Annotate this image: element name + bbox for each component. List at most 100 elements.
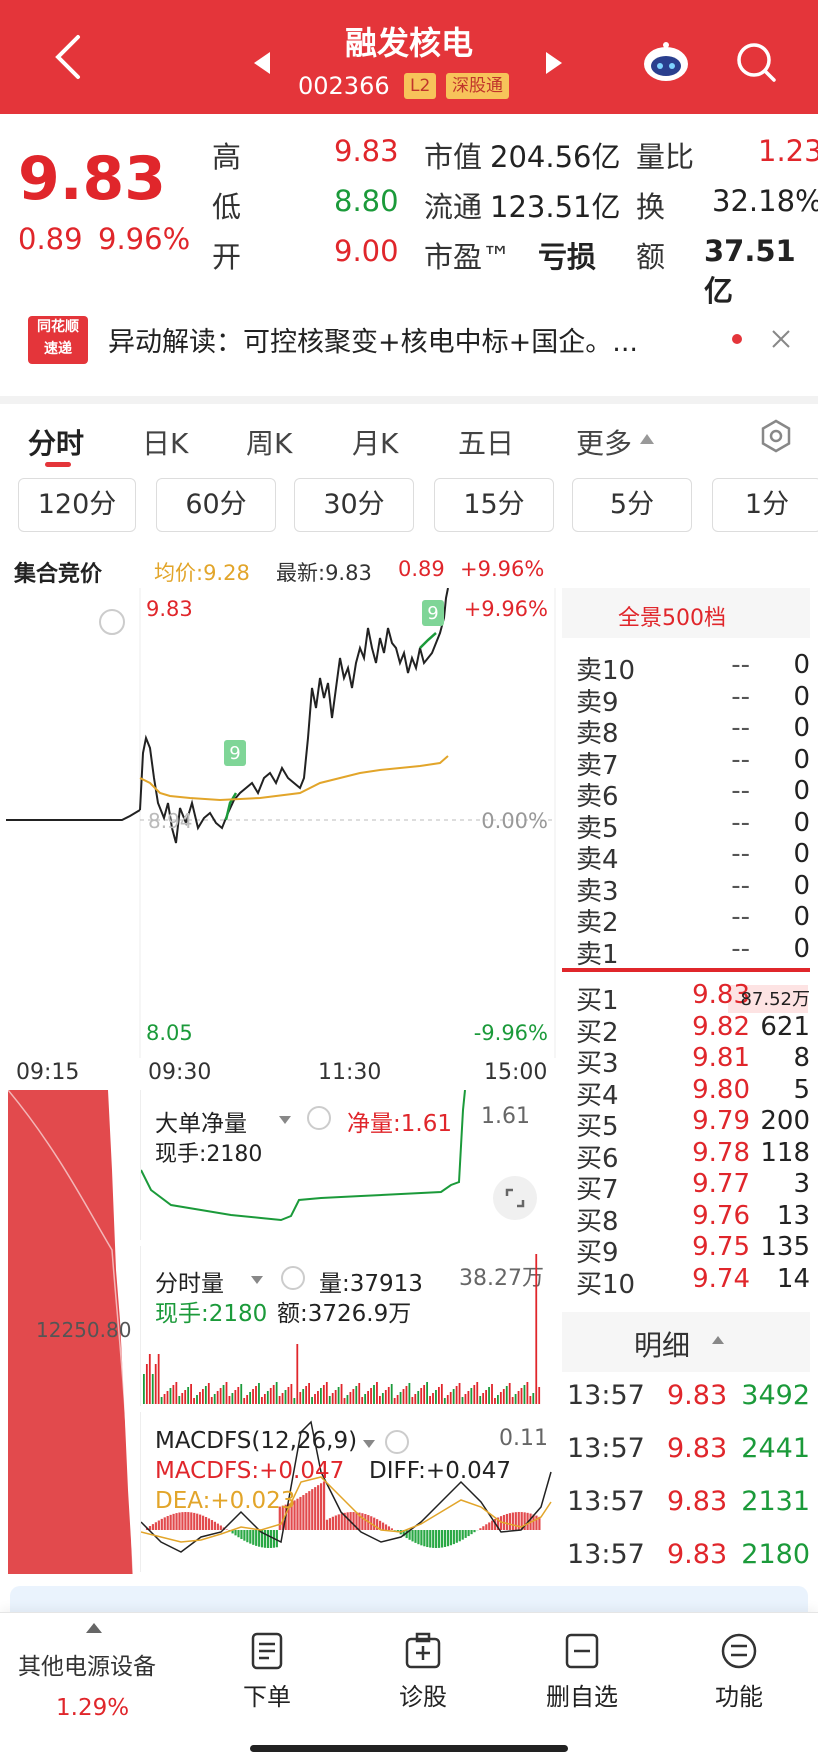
volume-bar [269,1388,272,1404]
y-bottom-label: 8.05 [146,1021,193,1045]
macd-bar [417,1530,420,1545]
macd-bar [461,1530,464,1540]
dropdown-icon[interactable] [363,1440,375,1448]
period-5min[interactable]: 5分 [572,478,692,532]
sell-row[interactable]: 卖4 -- 0 [570,839,810,875]
tick-time: 13:57 [567,1486,645,1517]
tick-time: 13:57 [567,1433,645,1464]
macd-bar [470,1530,473,1535]
buy-row[interactable]: 买6 9.78 118 [570,1137,810,1174]
bottom-toolbar: 其他电源设备 1.29% 下单 诊股 删自选 功能 [0,1612,818,1761]
sell-row[interactable]: 卖9 -- 0 [570,682,810,718]
macd-bar [505,1513,509,1530]
pct-mid-label: 0.00% [481,809,548,833]
buy-row[interactable]: 买5 9.79 200 [570,1106,810,1142]
volume-bar [440,1384,443,1404]
sell-row[interactable]: 卖6 -- 0 [570,776,810,812]
volume-bar [355,1386,358,1404]
buy-row[interactable]: 买1 9.83 87.52万 [570,980,810,1016]
tab-intraday[interactable]: 分时 [28,422,84,462]
expand-icon[interactable] [493,1176,537,1220]
volume-bar [234,1390,237,1404]
buy-row[interactable]: 买2 9.82 621 [570,1012,810,1048]
big-order-panel[interactable]: 大单净量 净量:1.61 1.61 现手:2180 [140,1090,555,1240]
volume-bar [322,1385,325,1404]
volume-panel[interactable]: 分时量 量:37913 38.27万 现手:2180 额:3726.9万 [140,1246,555,1406]
buy-row[interactable]: 买10 9.74 14 [570,1263,810,1300]
period-60min[interactable]: 60分 [156,478,276,532]
period-15min[interactable]: 15分 [434,478,554,532]
macd-title[interactable]: MACDFS(12,26,9) [155,1428,357,1454]
buy-row[interactable]: 买9 9.75 135 [570,1232,810,1268]
volume-bar [370,1388,372,1404]
tick-row: 13:57 9.83 2131 [565,1486,810,1534]
sell-row[interactable]: 卖5 -- 0 [570,808,810,844]
robot-assistant-icon[interactable] [640,40,692,84]
sell-row[interactable]: 卖7 -- 0 [570,745,810,781]
buy-row[interactable]: 买3 9.81 8 [570,1043,810,1079]
macd-bar [491,1520,494,1530]
sell-row[interactable]: 卖1 -- 0 [570,934,810,970]
sell-row[interactable]: 卖3 -- 0 [570,871,810,907]
expand-up-icon[interactable] [86,1623,102,1633]
period-1min[interactable]: 1分 [712,478,818,532]
buy-row[interactable]: 买4 9.80 5 [570,1075,810,1111]
latest-price-label: 最新:9.83 [276,561,372,585]
vol-ratio-label: 量比 [636,140,695,174]
buy-volume: 14 [776,1263,810,1294]
help-icon[interactable] [385,1430,409,1454]
macd-bar [449,1530,452,1546]
macd-bar [213,1521,216,1530]
macd-bar [455,1530,458,1543]
diagnose-button[interactable]: 诊股 [388,1631,458,1712]
tick-volume: 3492 [741,1380,810,1411]
orderbook-title[interactable]: 全景500档 [618,600,726,632]
macd-bar [263,1530,267,1548]
macd-bar [429,1530,432,1548]
volume-bar [538,1387,541,1404]
tab-weekly-k[interactable]: 周K [246,422,292,462]
sell-row[interactable]: 卖8 -- 0 [570,713,810,749]
volume-bar [429,1396,431,1404]
period-120min[interactable]: 120分 [18,478,136,532]
next-stock-icon[interactable] [546,52,562,74]
sector-name[interactable]: 其他电源设备 [18,1647,156,1681]
order-label: 下单 [243,1683,291,1711]
volume-bar [470,1388,473,1404]
buy-row[interactable]: 买7 9.77 3 [570,1169,810,1205]
macd-bar [535,1515,538,1530]
volume-bar [381,1393,384,1404]
buy-volume: 118 [760,1137,810,1168]
period-30min[interactable]: 30分 [294,478,414,532]
tab-daily-k[interactable]: 日K [142,422,188,462]
volume-bar [535,1254,538,1404]
close-icon[interactable] [770,328,792,350]
buy-volume: 135 [760,1232,810,1262]
volume-bar [502,1389,505,1404]
sell-row[interactable]: 卖10 -- 0 [570,650,810,686]
news-banner[interactable]: 同花顺 速递 异动解读：可控核聚变+核电中标+国企。... [0,300,818,380]
order-button[interactable]: 下单 [232,1631,302,1712]
orderbook-header[interactable]: 全景500档 [562,588,810,638]
sell-row[interactable]: 卖2 -- 0 [570,902,810,938]
volume-bar [320,1388,322,1404]
macd-bar [196,1513,199,1530]
remove-watchlist-button[interactable]: 删自选 [542,1631,622,1712]
volume-bar [364,1394,367,1404]
home-indicator [250,1745,568,1752]
more-caret-icon [640,434,654,444]
tab-monthly-k[interactable]: 月K [352,422,398,462]
macd-panel[interactable]: MACDFS(12,26,9) 0.11 MACDFS:+0.047 DIFF:… [140,1412,555,1572]
tab-five-day[interactable]: 五日 [458,422,514,462]
tab-more[interactable]: 更多 [576,422,632,462]
volume-bar [511,1397,514,1404]
buy-row[interactable]: 买8 9.76 13 [570,1201,810,1237]
functions-button[interactable]: 功能 [704,1631,774,1712]
settings-icon[interactable] [758,418,794,454]
functions-label: 功能 [715,1683,763,1711]
ticks-header[interactable]: 明细 [562,1312,810,1372]
ticks-title[interactable]: 明细 [634,1324,690,1364]
intraday-price-chart[interactable]: 9 9 9.83 8.05 +9.96% 0.00% -9.96% 8.94 [0,588,560,1058]
volume-bar [190,1384,192,1404]
search-icon[interactable] [734,40,778,84]
